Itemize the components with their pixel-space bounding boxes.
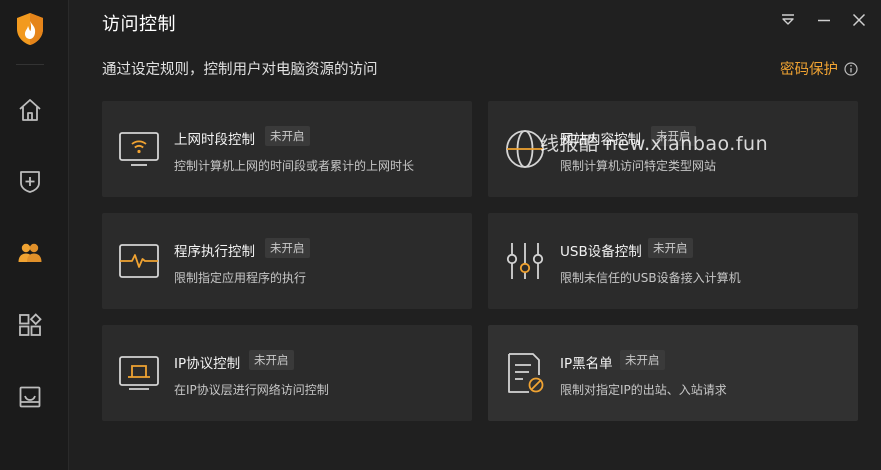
menu-dropdown-icon — [782, 14, 794, 25]
close-icon — [852, 13, 866, 27]
apps-icon — [19, 313, 42, 336]
pulse-window-icon — [119, 244, 159, 278]
card-website-content-control[interactable]: 网站内容控制 未开启 限制计算机访问特定类型网站 — [488, 101, 858, 197]
card-description: 限制对指定IP的出站、入站请求 — [560, 383, 727, 397]
status-badge: 未开启 — [620, 350, 665, 370]
card-title: IP黑名单 — [560, 356, 613, 372]
card-usb-device-control[interactable]: USB设备控制 未开启 限制未信任的USB设备接入计算机 — [488, 213, 858, 309]
status-badge: 未开启 — [265, 126, 310, 146]
card-ip-blacklist[interactable]: IP黑名单 未开启 限制对指定IP的出站、入站请求 — [488, 325, 858, 421]
card-title: IP协议控制 — [174, 356, 241, 372]
shield-plus-icon — [20, 171, 40, 193]
sidebar-item-users[interactable] — [14, 237, 46, 269]
sliders-icon — [506, 243, 544, 279]
status-badge: 未开启 — [249, 350, 294, 370]
sidebar-divider — [16, 64, 44, 65]
card-internet-time-control[interactable]: 上网时段控制 未开启 控制计算机上网的时间段或者累计的上网时长 — [102, 101, 472, 197]
card-description: 控制计算机上网的时间段或者累计的上网时长 — [174, 159, 415, 173]
status-badge: 未开启 — [651, 126, 696, 146]
status-badge: 未开启 — [648, 238, 693, 258]
logo-shield-flame-icon — [15, 12, 45, 46]
page-subtitle: 通过设定规则，控制用户对电脑资源的访问 — [102, 62, 378, 78]
card-program-execution-control[interactable]: 程序执行控制 未开启 限制指定应用程序的执行 — [102, 213, 472, 309]
card-description: 限制未信任的USB设备接入计算机 — [560, 271, 741, 285]
status-badge: 未开启 — [265, 238, 310, 258]
card-title: 程序执行控制 — [174, 244, 255, 260]
sidebar-item-shield[interactable] — [14, 165, 46, 197]
sidebar — [0, 0, 69, 470]
monitor-wifi-icon — [119, 132, 159, 166]
card-title: 上网时段控制 — [174, 132, 255, 148]
close-button[interactable] — [849, 10, 869, 30]
sidebar-item-apps[interactable] — [14, 309, 46, 341]
sidebar-item-box[interactable] — [14, 381, 46, 413]
users-icon — [18, 243, 42, 262]
document-block-icon — [508, 353, 544, 393]
password-protect-label: 密码保护 — [780, 62, 838, 78]
monitor-ip-icon — [119, 356, 159, 390]
minimize-icon — [818, 19, 830, 22]
card-description: 限制指定应用程序的执行 — [174, 271, 307, 285]
minimize-button[interactable] — [814, 10, 834, 30]
info-icon — [844, 61, 858, 76]
globe-icon — [506, 130, 544, 168]
box-icon — [19, 386, 41, 408]
card-title: USB设备控制 — [560, 244, 642, 260]
card-ip-protocol-control[interactable]: IP协议控制 未开启 在IP协议层进行网络访问控制 — [102, 325, 472, 421]
home-icon — [19, 99, 41, 121]
sidebar-item-home[interactable] — [14, 94, 46, 126]
card-description: 在IP协议层进行网络访问控制 — [174, 383, 329, 397]
page-title: 访问控制 — [102, 14, 176, 35]
password-protect-link[interactable]: 密码保护 — [780, 58, 858, 79]
card-title: 网站内容控制 — [560, 132, 641, 148]
menu-button[interactable] — [778, 10, 798, 30]
card-description: 限制计算机访问特定类型网站 — [560, 159, 717, 173]
